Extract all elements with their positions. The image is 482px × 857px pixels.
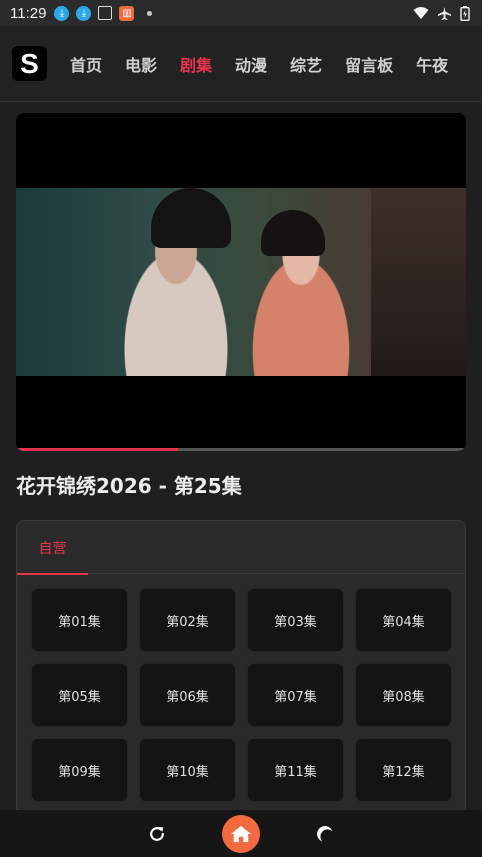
- category-nav: 首页 电影 剧集 动漫 综艺 留言板 午夜: [70, 52, 471, 76]
- night-mode-button[interactable]: [306, 815, 344, 853]
- video-frame: [16, 188, 466, 376]
- refresh-button[interactable]: [138, 815, 176, 853]
- night-mode-icon: [317, 825, 333, 841]
- book-app-icon: ▥: [119, 5, 135, 21]
- nav-item-movies[interactable]: 电影: [125, 52, 157, 76]
- top-nav-bar: S 首页 电影 剧集 动漫 综艺 留言板 午夜: [0, 26, 482, 102]
- episode-grid: 第01集 第02集 第03集 第04集 第05集 第06集 第07集 第08集 …: [31, 588, 453, 802]
- episode-button-11[interactable]: 第11集: [247, 738, 344, 802]
- episode-button-12[interactable]: 第12集: [355, 738, 452, 802]
- dot-icon: [147, 10, 153, 16]
- site-logo[interactable]: S: [12, 46, 47, 81]
- nav-item-home[interactable]: 首页: [70, 52, 102, 76]
- nav-item-series[interactable]: 剧集: [180, 52, 212, 76]
- episode-button-05[interactable]: 第05集: [31, 663, 128, 727]
- episode-button-10[interactable]: 第10集: [139, 738, 236, 802]
- video-progress-bar[interactable]: [16, 448, 466, 451]
- airplane-icon: [437, 6, 452, 20]
- episode-button-04[interactable]: 第04集: [355, 588, 452, 652]
- video-player[interactable]: [16, 113, 466, 451]
- wifi-icon: [413, 7, 429, 19]
- episode-button-07[interactable]: 第07集: [247, 663, 344, 727]
- tab-source-self[interactable]: 自营: [17, 521, 88, 575]
- home-button[interactable]: [222, 814, 260, 853]
- video-progress-fill: [16, 448, 178, 451]
- status-bar: 11:29 ⤓ ⤓ ▥: [0, 0, 482, 26]
- download-icon: ⤓: [76, 5, 92, 21]
- episode-panel: 自营 第01集 第02集 第03集 第04集 第05集 第06集 第07集 第0…: [16, 520, 466, 820]
- nav-item-message-board[interactable]: 留言板: [345, 52, 393, 76]
- episode-button-06[interactable]: 第06集: [139, 663, 236, 727]
- nav-item-variety[interactable]: 综艺: [290, 52, 322, 76]
- refresh-icon: [150, 826, 164, 841]
- source-tabs: 自营: [17, 521, 465, 575]
- status-time: 11:29: [10, 4, 47, 22]
- download-icon: ⤓: [54, 5, 70, 21]
- home-icon: [231, 825, 251, 842]
- episode-button-08[interactable]: 第08集: [355, 663, 452, 727]
- nav-item-anime[interactable]: 动漫: [235, 52, 267, 76]
- episode-button-09[interactable]: 第09集: [31, 738, 128, 802]
- episode-button-01[interactable]: 第01集: [31, 588, 128, 652]
- battery-icon: [460, 5, 470, 21]
- bottom-toolbar: [0, 810, 482, 857]
- box-icon: [98, 6, 113, 20]
- episode-button-03[interactable]: 第03集: [247, 588, 344, 652]
- episode-button-02[interactable]: 第02集: [139, 588, 236, 652]
- nav-item-midnight[interactable]: 午夜: [416, 52, 448, 76]
- episode-title: 花开锦绣2026 - 第25集: [16, 474, 242, 498]
